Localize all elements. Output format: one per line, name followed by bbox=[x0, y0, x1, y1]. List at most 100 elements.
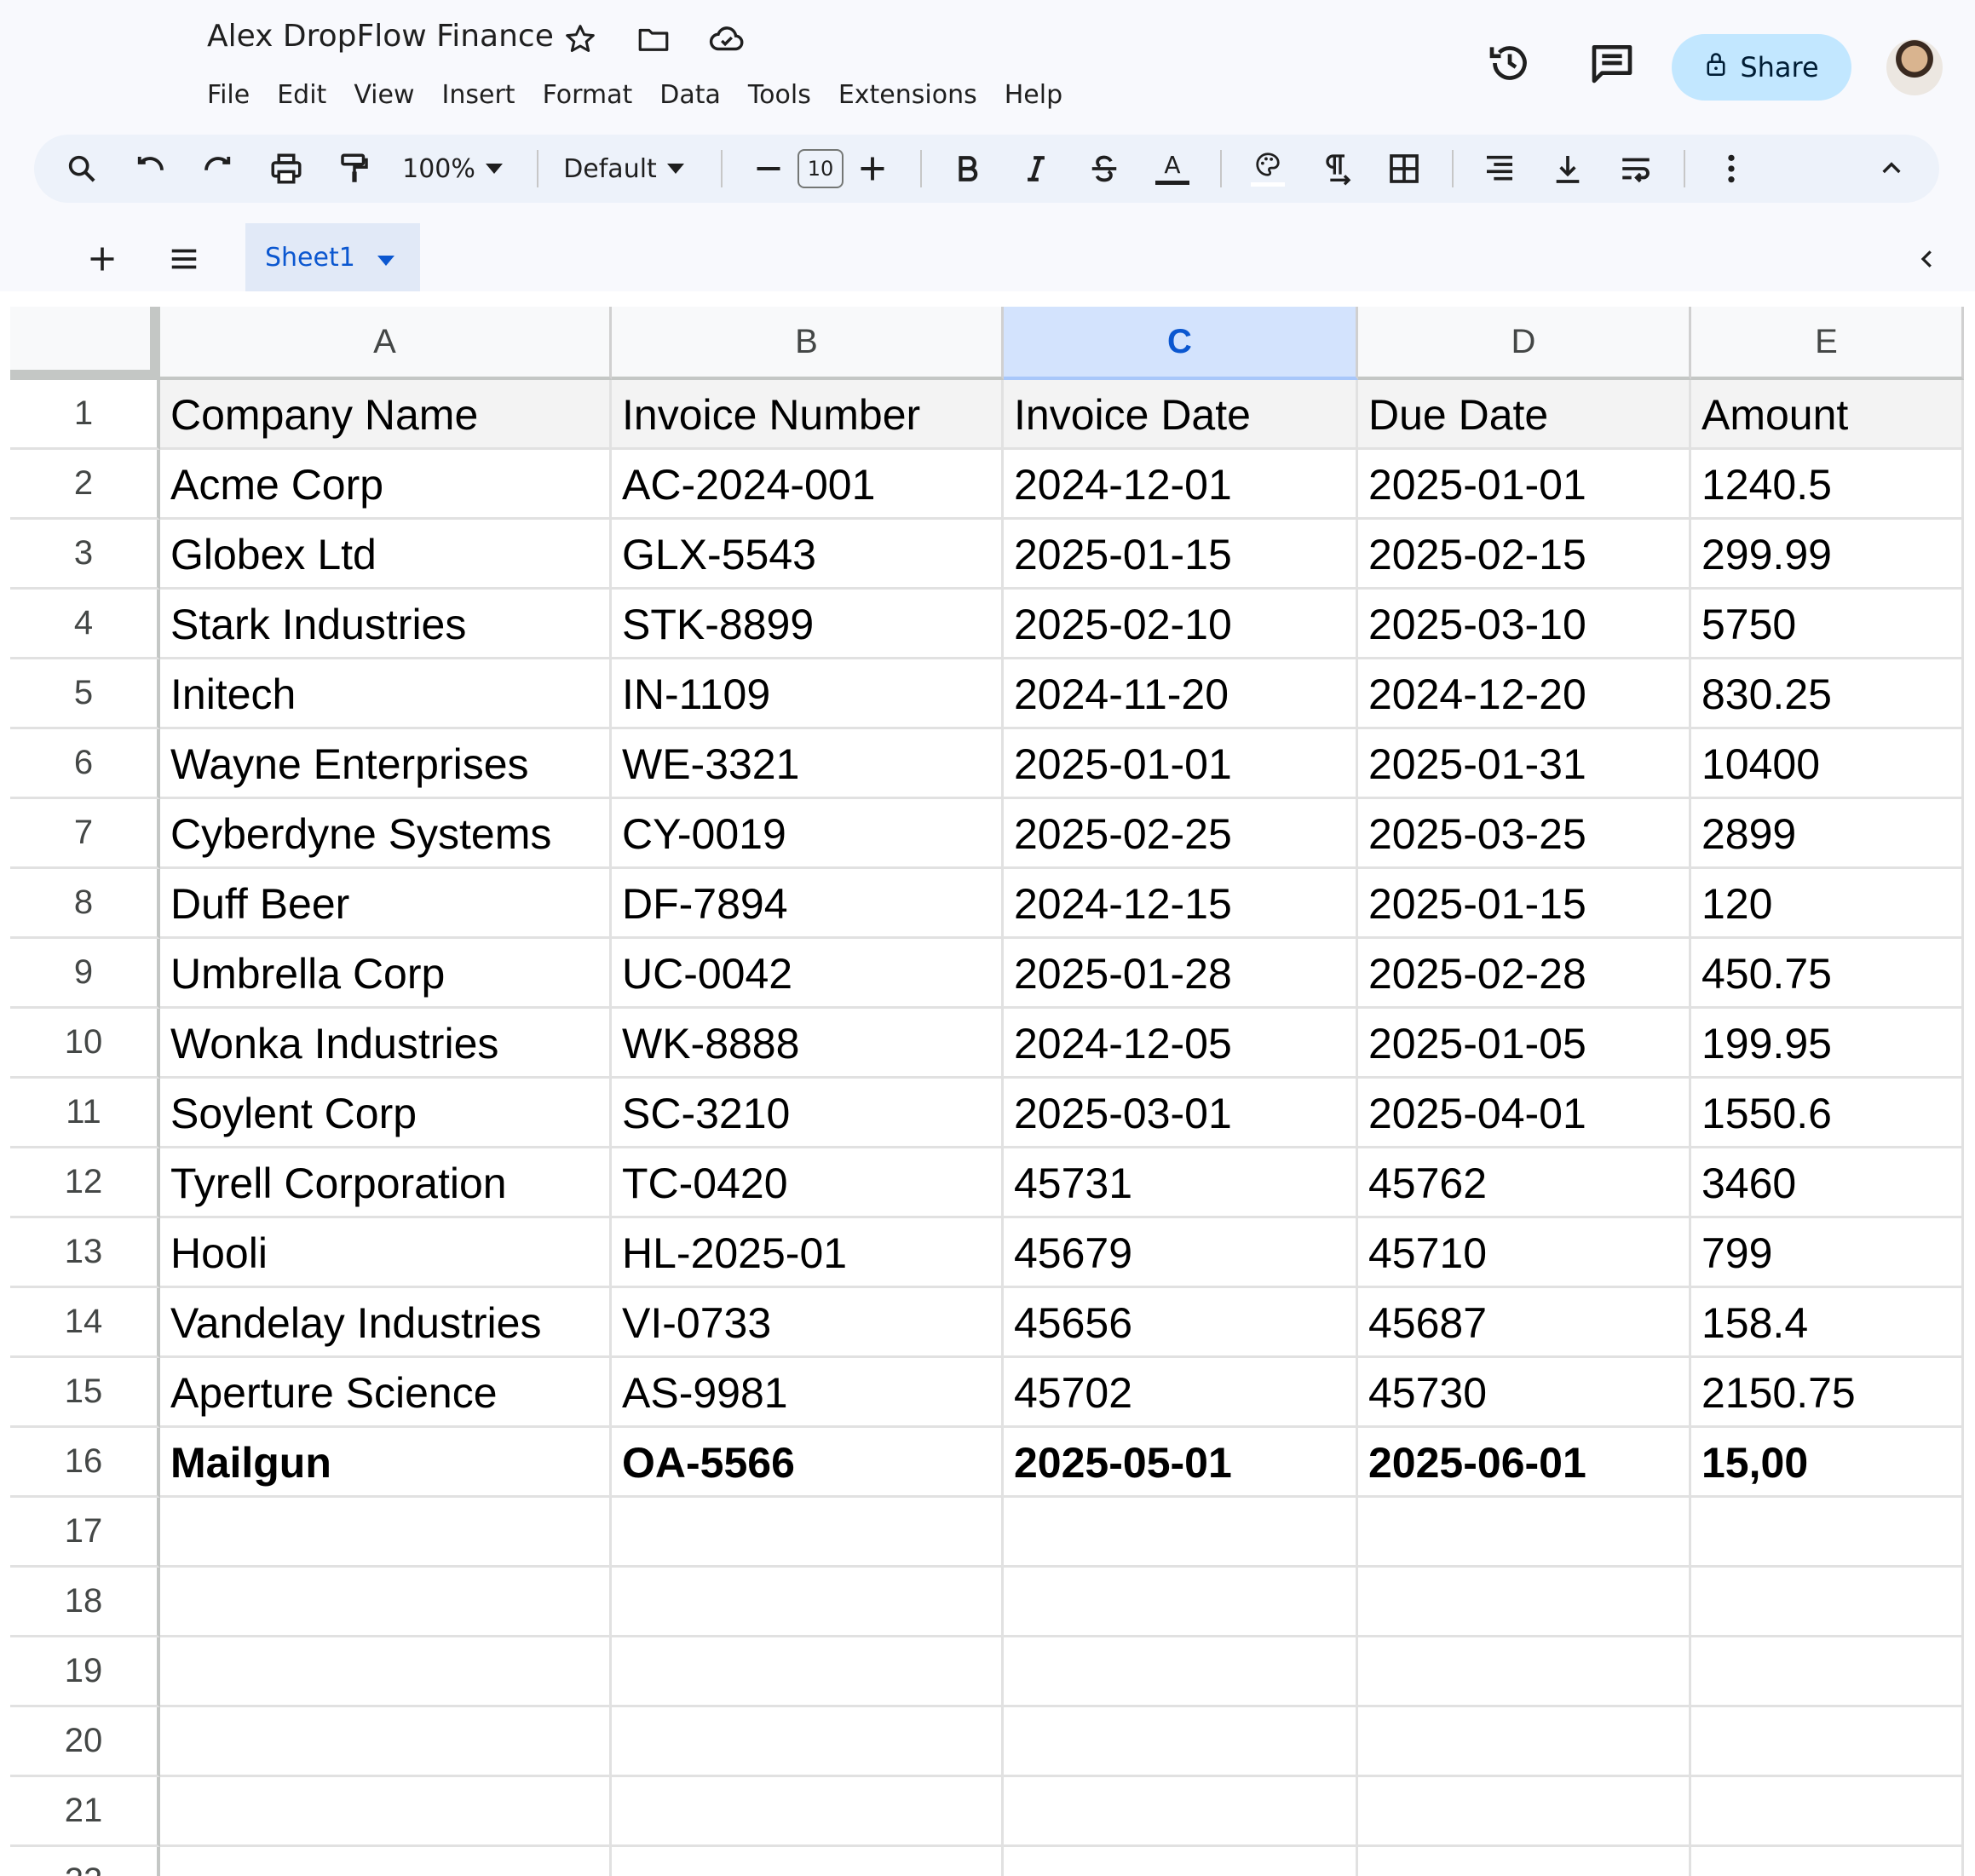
cell-c13[interactable]: 45679 bbox=[1004, 1218, 1358, 1288]
row-header[interactable]: 21 bbox=[10, 1777, 160, 1847]
cell-b4[interactable]: STK-8899 bbox=[612, 590, 1004, 659]
row-header[interactable]: 16 bbox=[10, 1428, 160, 1498]
print-icon[interactable] bbox=[261, 135, 312, 203]
cell-c1[interactable]: Invoice Date bbox=[1004, 380, 1358, 450]
cell-c3[interactable]: 2025-01-15 bbox=[1004, 520, 1358, 590]
cell-a17[interactable] bbox=[160, 1498, 612, 1568]
menu-extensions[interactable]: Extensions bbox=[838, 80, 977, 110]
cell-b11[interactable]: SC-3210 bbox=[612, 1079, 1004, 1148]
cell-a19[interactable] bbox=[160, 1637, 612, 1707]
cell-a12[interactable]: Tyrell Corporation bbox=[160, 1148, 612, 1218]
cell-a4[interactable]: Stark Industries bbox=[160, 590, 612, 659]
row-header[interactable]: 10 bbox=[10, 1009, 160, 1079]
cell-c7[interactable]: 2025-02-25 bbox=[1004, 799, 1358, 869]
version-history-icon[interactable] bbox=[1484, 37, 1535, 89]
star-icon[interactable] bbox=[558, 17, 602, 61]
cell-e12[interactable]: 3460 bbox=[1691, 1148, 1964, 1218]
cell-c18[interactable] bbox=[1004, 1568, 1358, 1637]
row-header[interactable]: 17 bbox=[10, 1498, 160, 1568]
cell-c2[interactable]: 2024-12-01 bbox=[1004, 450, 1358, 520]
cell-d1[interactable]: Due Date bbox=[1358, 380, 1691, 450]
row-header[interactable]: 12 bbox=[10, 1148, 160, 1218]
cell-d17[interactable] bbox=[1358, 1498, 1691, 1568]
vertical-align-icon[interactable] bbox=[1542, 135, 1593, 203]
cell-c12[interactable]: 45731 bbox=[1004, 1148, 1358, 1218]
cell-a16[interactable]: Mailgun bbox=[160, 1428, 612, 1498]
cell-d2[interactable]: 2025-01-01 bbox=[1358, 450, 1691, 520]
cell-d20[interactable] bbox=[1358, 1707, 1691, 1777]
cell-b16[interactable]: OA-5566 bbox=[612, 1428, 1004, 1498]
zoom-select[interactable]: 100% bbox=[397, 135, 508, 203]
cell-c4[interactable]: 2025-02-10 bbox=[1004, 590, 1358, 659]
cell-e20[interactable] bbox=[1691, 1707, 1964, 1777]
cell-d3[interactable]: 2025-02-15 bbox=[1358, 520, 1691, 590]
cell-d19[interactable] bbox=[1358, 1637, 1691, 1707]
cell-a21[interactable] bbox=[160, 1777, 612, 1847]
chevron-left-icon[interactable] bbox=[1902, 233, 1953, 285]
cell-e5[interactable]: 830.25 bbox=[1691, 659, 1964, 729]
cell-e10[interactable]: 199.95 bbox=[1691, 1009, 1964, 1079]
fill-color-icon[interactable] bbox=[1242, 135, 1293, 203]
cell-e22[interactable] bbox=[1691, 1847, 1964, 1876]
cell-e18[interactable] bbox=[1691, 1568, 1964, 1637]
row-header[interactable]: 20 bbox=[10, 1707, 160, 1777]
row-header[interactable]: 5 bbox=[10, 659, 160, 729]
strikethrough-icon[interactable] bbox=[1079, 135, 1130, 203]
cell-b12[interactable]: TC-0420 bbox=[612, 1148, 1004, 1218]
cell-a13[interactable]: Hooli bbox=[160, 1218, 612, 1288]
cell-b15[interactable]: AS-9981 bbox=[612, 1358, 1004, 1428]
menu-view[interactable]: View bbox=[354, 80, 414, 110]
cell-d21[interactable] bbox=[1358, 1777, 1691, 1847]
increase-font-size-icon[interactable] bbox=[847, 135, 898, 203]
cell-c19[interactable] bbox=[1004, 1637, 1358, 1707]
collapse-toolbar-icon[interactable] bbox=[1866, 135, 1917, 203]
all-sheets-icon[interactable] bbox=[158, 233, 210, 285]
cell-e11[interactable]: 1550.6 bbox=[1691, 1079, 1964, 1148]
cell-a11[interactable]: Soylent Corp bbox=[160, 1079, 612, 1148]
menu-tools[interactable]: Tools bbox=[748, 80, 811, 110]
cell-a3[interactable]: Globex Ltd bbox=[160, 520, 612, 590]
cell-b17[interactable] bbox=[612, 1498, 1004, 1568]
borders-icon[interactable] bbox=[1379, 135, 1430, 203]
cell-e6[interactable]: 10400 bbox=[1691, 729, 1964, 799]
menu-file[interactable]: File bbox=[207, 80, 250, 110]
cell-d11[interactable]: 2025-04-01 bbox=[1358, 1079, 1691, 1148]
row-header[interactable]: 4 bbox=[10, 590, 160, 659]
column-header-d[interactable]: D bbox=[1358, 307, 1691, 380]
italic-icon[interactable] bbox=[1011, 135, 1062, 203]
more-options-icon[interactable] bbox=[1706, 135, 1757, 203]
cell-a2[interactable]: Acme Corp bbox=[160, 450, 612, 520]
cell-b2[interactable]: AC-2024-001 bbox=[612, 450, 1004, 520]
cell-b14[interactable]: VI-0733 bbox=[612, 1288, 1004, 1358]
cell-a8[interactable]: Duff Beer bbox=[160, 869, 612, 939]
cell-e1[interactable]: Amount bbox=[1691, 380, 1964, 450]
cell-d7[interactable]: 2025-03-25 bbox=[1358, 799, 1691, 869]
row-header[interactable]: 2 bbox=[10, 450, 160, 520]
caret-down-icon[interactable] bbox=[377, 243, 394, 273]
cell-d13[interactable]: 45710 bbox=[1358, 1218, 1691, 1288]
cell-a22[interactable] bbox=[160, 1847, 612, 1876]
row-header[interactable]: 11 bbox=[10, 1079, 160, 1148]
cell-a5[interactable]: Initech bbox=[160, 659, 612, 729]
cell-a10[interactable]: Wonka Industries bbox=[160, 1009, 612, 1079]
text-color-button[interactable]: A bbox=[1147, 135, 1198, 203]
cell-b1[interactable]: Invoice Number bbox=[612, 380, 1004, 450]
menu-help[interactable]: Help bbox=[1005, 80, 1062, 110]
cell-d14[interactable]: 45687 bbox=[1358, 1288, 1691, 1358]
cell-d8[interactable]: 2025-01-15 bbox=[1358, 869, 1691, 939]
menu-data[interactable]: Data bbox=[659, 80, 721, 110]
cell-c9[interactable]: 2025-01-28 bbox=[1004, 939, 1358, 1009]
cell-a1[interactable]: Company Name bbox=[160, 380, 612, 450]
cell-d15[interactable]: 45730 bbox=[1358, 1358, 1691, 1428]
cell-c17[interactable] bbox=[1004, 1498, 1358, 1568]
cell-b22[interactable] bbox=[612, 1847, 1004, 1876]
cell-c8[interactable]: 2024-12-15 bbox=[1004, 869, 1358, 939]
cell-b21[interactable] bbox=[612, 1777, 1004, 1847]
cell-e16[interactable]: 15,00 bbox=[1691, 1428, 1964, 1498]
row-header[interactable]: 15 bbox=[10, 1358, 160, 1428]
cell-e21[interactable] bbox=[1691, 1777, 1964, 1847]
column-header-a[interactable]: A bbox=[160, 307, 612, 380]
cell-d9[interactable]: 2025-02-28 bbox=[1358, 939, 1691, 1009]
cell-d12[interactable]: 45762 bbox=[1358, 1148, 1691, 1218]
menu-insert[interactable]: Insert bbox=[442, 80, 515, 110]
